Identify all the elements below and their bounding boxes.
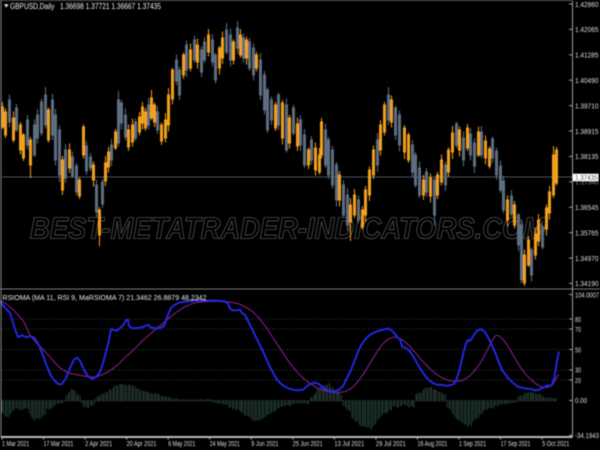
svg-text:5 Oct 2021: 5 Oct 2021 bbox=[542, 439, 569, 448]
svg-text:13 Jul 2021: 13 Jul 2021 bbox=[334, 439, 364, 448]
svg-text:9 Jun 2021: 9 Jun 2021 bbox=[251, 439, 278, 448]
svg-text:70: 70 bbox=[575, 325, 581, 334]
svg-text:24 May 2021: 24 May 2021 bbox=[210, 439, 240, 448]
svg-text:1.34190: 1.34190 bbox=[575, 279, 599, 288]
svg-text:30: 30 bbox=[575, 366, 581, 375]
svg-text:BEST-METATRADER-INDICATORS.COM: BEST-METATRADER-INDICATORS.COM bbox=[30, 212, 547, 246]
svg-text:RSIOMA (MA 11, RSI 9, MaRSIOMA: RSIOMA (MA 11, RSI 9, MaRSIOMA 7) 21.346… bbox=[3, 293, 207, 302]
svg-text:1.35765: 1.35765 bbox=[575, 228, 599, 237]
svg-text:1.40490: 1.40490 bbox=[575, 76, 599, 85]
svg-text:80: 80 bbox=[575, 315, 581, 324]
svg-text:20 Apr 2021: 20 Apr 2021 bbox=[127, 439, 157, 448]
svg-text:1.37435: 1.37435 bbox=[575, 173, 598, 182]
svg-text:1.36545: 1.36545 bbox=[575, 203, 599, 212]
svg-text:1.38915: 1.38915 bbox=[575, 127, 599, 136]
svg-text:50: 50 bbox=[575, 345, 581, 354]
svg-text:-34.1943: -34.1943 bbox=[575, 431, 599, 440]
svg-text:1.42065: 1.42065 bbox=[575, 25, 599, 34]
svg-text:1 Sep 2021: 1 Sep 2021 bbox=[459, 439, 486, 448]
svg-text:1.39710: 1.39710 bbox=[575, 101, 599, 110]
svg-text:25 Jun 2021: 25 Jun 2021 bbox=[293, 439, 323, 448]
svg-text:17 Mar 2021: 17 Mar 2021 bbox=[44, 439, 74, 448]
svg-text:20: 20 bbox=[575, 376, 581, 385]
svg-text:1.42860: 1.42860 bbox=[575, 0, 599, 9]
svg-text:1.34970: 1.34970 bbox=[575, 254, 599, 263]
svg-text:16 Aug 2021: 16 Aug 2021 bbox=[418, 439, 448, 448]
svg-text:2 Apr 2021: 2 Apr 2021 bbox=[85, 439, 112, 448]
svg-text:29 Jul 2021: 29 Jul 2021 bbox=[376, 439, 406, 448]
svg-text:17 Sep 2021: 17 Sep 2021 bbox=[501, 439, 531, 448]
svg-text:0.00: 0.00 bbox=[575, 396, 587, 405]
svg-text:1.38135: 1.38135 bbox=[575, 152, 599, 161]
svg-text:1.41285: 1.41285 bbox=[575, 51, 599, 60]
svg-text:GBPUSD,Daily 1.36698 1.37721: GBPUSD,Daily 1.36698 1.37721 1.36667 1.3… bbox=[10, 2, 162, 11]
svg-text:104.0007: 104.0007 bbox=[575, 290, 599, 299]
svg-text:1 Mar 2021: 1 Mar 2021 bbox=[2, 439, 29, 448]
svg-text:6 May 2021: 6 May 2021 bbox=[168, 439, 195, 448]
